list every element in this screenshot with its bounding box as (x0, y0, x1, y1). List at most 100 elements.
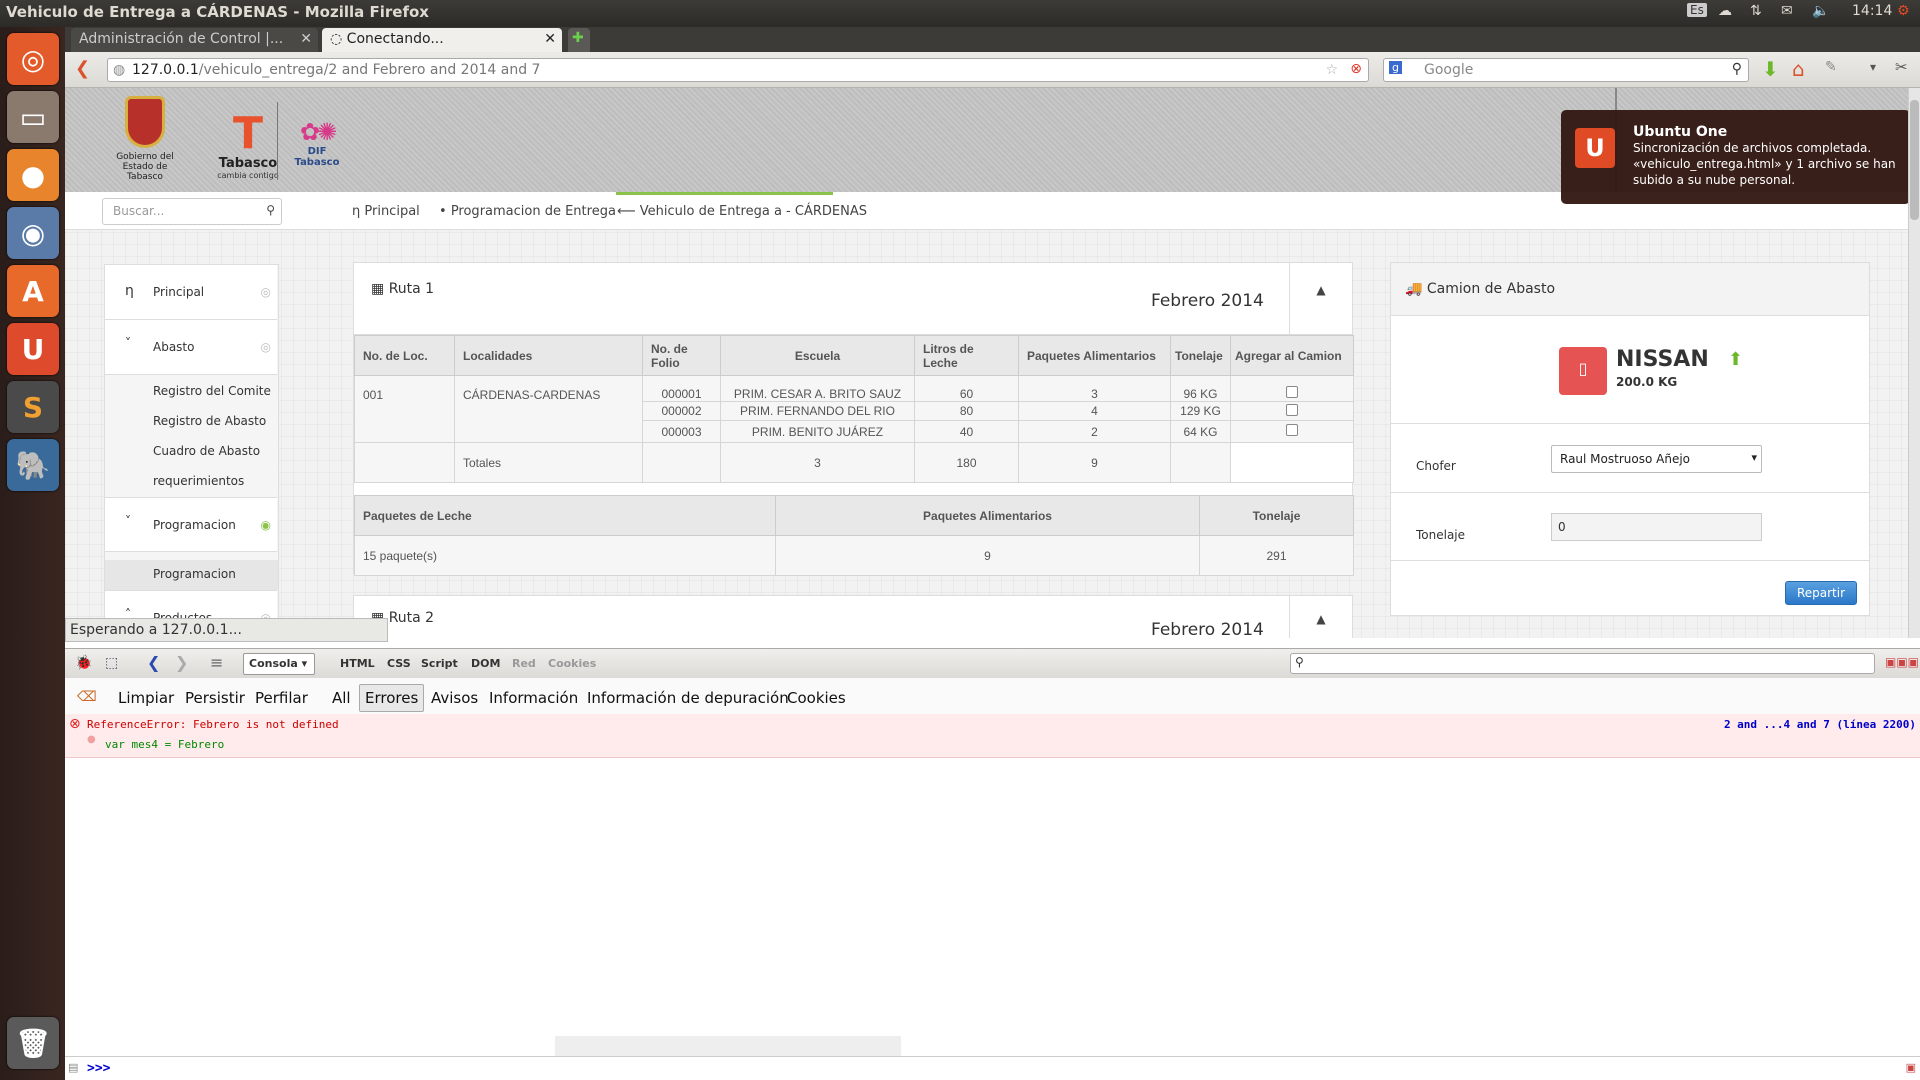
sidebar-subitem[interactable]: Registro de Abasto (153, 414, 325, 428)
tonelaje-input[interactable]: 0 (1551, 513, 1762, 541)
firebug-icon[interactable]: 🐞 (75, 655, 92, 671)
collapse-button[interactable]: ▲ (1289, 596, 1352, 638)
volume-icon[interactable]: 🔈 (1812, 3, 1829, 19)
power-icon[interactable]: ⚙ (1897, 3, 1910, 19)
agregar-checkbox[interactable] (1286, 424, 1298, 436)
sidebar-subitem[interactable]: requerimientos (153, 474, 325, 488)
litros-cell: 40 (914, 420, 1019, 443)
expand-icon[interactable]: ● (87, 734, 96, 745)
command-line[interactable]: ▤ >>> ▣ (65, 1056, 1920, 1080)
ruta-1-title: ▦ Ruta 1 (371, 281, 435, 297)
sublime-text-icon[interactable]: S (7, 381, 59, 433)
ubuntu-one-icon[interactable]: U (7, 323, 59, 375)
tab-consola[interactable]: Consola ▾ (243, 653, 315, 675)
software-center-icon[interactable]: A (7, 265, 59, 317)
clear-icon[interactable]: ⌫ (77, 689, 97, 705)
back-icon[interactable]: ❮ (147, 653, 160, 672)
clock[interactable]: 14:14 (1852, 3, 1892, 19)
filter-errores[interactable]: Errores (359, 684, 425, 712)
filter-depuracion[interactable]: Información de depuración (587, 689, 789, 707)
vehicle-capacity: 200.0 KG (1616, 375, 1678, 389)
ubuntu-one-icon: U (1575, 128, 1615, 168)
page-scrollbar[interactable] (1908, 88, 1920, 638)
tab-script[interactable]: Script (421, 657, 458, 670)
bookmark-star-icon[interactable]: ☆ (1325, 62, 1338, 78)
forward-icon[interactable]: ❯ (175, 653, 188, 672)
mail-icon[interactable]: ✉ (1781, 3, 1793, 19)
dash-icon[interactable]: ◎ (7, 33, 59, 85)
close-icon[interactable]: ✕ (544, 31, 556, 47)
firefox-icon[interactable]: ● (7, 149, 59, 201)
empty-cell (642, 442, 721, 483)
tools-icon[interactable]: ✂ (1895, 58, 1908, 76)
filter-informacion[interactable]: Información (489, 689, 578, 707)
globe-icon: ◍ (113, 62, 126, 78)
download-icon[interactable]: ⬇ (1762, 57, 1779, 81)
tab-red[interactable]: Red (512, 657, 536, 670)
breadcrumb-programacion[interactable]: • Programacion de Entrega (439, 204, 616, 219)
console-error[interactable]: ⊗ ReferenceError: Febrero is not defined… (65, 714, 1920, 758)
keyboard-indicator[interactable]: Es (1687, 3, 1707, 17)
menu-icon[interactable]: ≡ (210, 653, 223, 672)
cloud-icon[interactable]: ☁ (1718, 3, 1732, 19)
summary-header: Tonelaje (1199, 495, 1354, 536)
agregar-checkbox[interactable] (1286, 386, 1298, 398)
chromium-icon[interactable]: ◉ (7, 207, 59, 259)
tab-css[interactable]: CSS (387, 657, 411, 670)
tab-html[interactable]: HTML (340, 657, 375, 670)
sidebar-subitem[interactable]: Cuadro de Abasto (153, 444, 325, 458)
tabasco-logo: T Tabasco cambia contigo (217, 108, 279, 181)
collapse-button[interactable]: ▲ (1289, 263, 1352, 335)
repartir-button[interactable]: Repartir (1785, 581, 1857, 605)
stop-icon[interactable]: ⊗ (1350, 61, 1362, 77)
sidebar-item-principal[interactable]: η Principal ◎ (105, 265, 277, 320)
active-indicator (616, 192, 833, 195)
limpiar-button[interactable]: Limpiar (118, 689, 174, 707)
network-icon[interactable]: ⇅ (1750, 3, 1762, 19)
new-tab-button[interactable]: ✚ (568, 28, 590, 52)
devtools-search-input[interactable]: ⚲ (1290, 653, 1875, 674)
sidebar-subitem-programacion[interactable]: Programacion (105, 560, 278, 590)
tab-cookies[interactable]: Cookies (548, 657, 596, 670)
filter-avisos[interactable]: Avisos (431, 689, 478, 707)
addon-icon[interactable]: ✎ (1825, 59, 1837, 75)
back-button[interactable]: ❮ (75, 58, 90, 79)
chofer-select[interactable]: Raul Mostruoso Añejo ▾ (1551, 445, 1762, 473)
filter-all[interactable]: All (332, 689, 351, 707)
files-icon[interactable]: ▭ (7, 91, 59, 143)
search-bar[interactable]: g Google ⚲ (1383, 58, 1749, 82)
totals-row: Totales 3 180 9 (354, 442, 1354, 483)
close-icon[interactable]: ✕ (300, 31, 312, 47)
site-search-input[interactable]: Buscar... ⚲ (102, 198, 282, 225)
sidebar-item-abasto[interactable]: ˅ Abasto ◎ (105, 320, 277, 375)
window-controls-icon[interactable]: ▣▣▣ (1885, 655, 1919, 669)
sidebar-item-programacion[interactable]: ˅ Programacion ◉ (105, 497, 277, 552)
trash-icon[interactable]: 🗑 (7, 1017, 59, 1069)
error-location-link[interactable]: 2 and ...4 and 7 (línea 2200) (1724, 718, 1916, 731)
agregar-checkbox[interactable] (1286, 403, 1298, 416)
sidebar-subitem[interactable]: Registro del Comite (153, 384, 325, 398)
empty-cell (354, 442, 455, 483)
url-bar[interactable]: ◍ 127.0.0.1/vehiculo_entrega/2 and Febre… (107, 58, 1369, 82)
search-icon[interactable]: ⚲ (1732, 61, 1742, 77)
tonelaje-cell: 96 KG (1170, 375, 1231, 402)
notification-title: Ubuntu One (1633, 124, 1728, 140)
scrollbar-thumb[interactable] (1910, 100, 1919, 220)
google-icon[interactable]: g (1389, 61, 1402, 74)
breadcrumb-principal[interactable]: η Principal (352, 204, 420, 219)
search-icon[interactable]: ⚲ (266, 203, 275, 217)
pgadmin-icon[interactable]: 🐘 (7, 439, 59, 491)
tab-dom[interactable]: DOM (471, 657, 500, 670)
loc-cell: 001 (354, 375, 455, 443)
home-icon[interactable]: ⌂ (1792, 57, 1805, 81)
inspect-icon[interactable]: ⬚ (105, 655, 118, 671)
tab-conectando[interactable]: ◌ Conectando... ✕ (322, 28, 562, 52)
menu-icon[interactable]: ▾ (1870, 60, 1876, 74)
perfilar-button[interactable]: Perfilar (255, 689, 308, 707)
filter-cookies[interactable]: Cookies (787, 689, 846, 707)
system-top-bar: Vehiculo de Entrega a CÁRDENAS - Mozilla… (0, 0, 1920, 27)
tab-administracion[interactable]: Administración de Control |... ✕ (71, 28, 318, 52)
breadcrumb-vehiculo: ⟵ Vehiculo de Entrega a - CÁRDENAS (617, 204, 867, 219)
persistir-button[interactable]: Persistir (185, 689, 245, 707)
close-icon[interactable]: ▣ (1906, 1061, 1916, 1074)
